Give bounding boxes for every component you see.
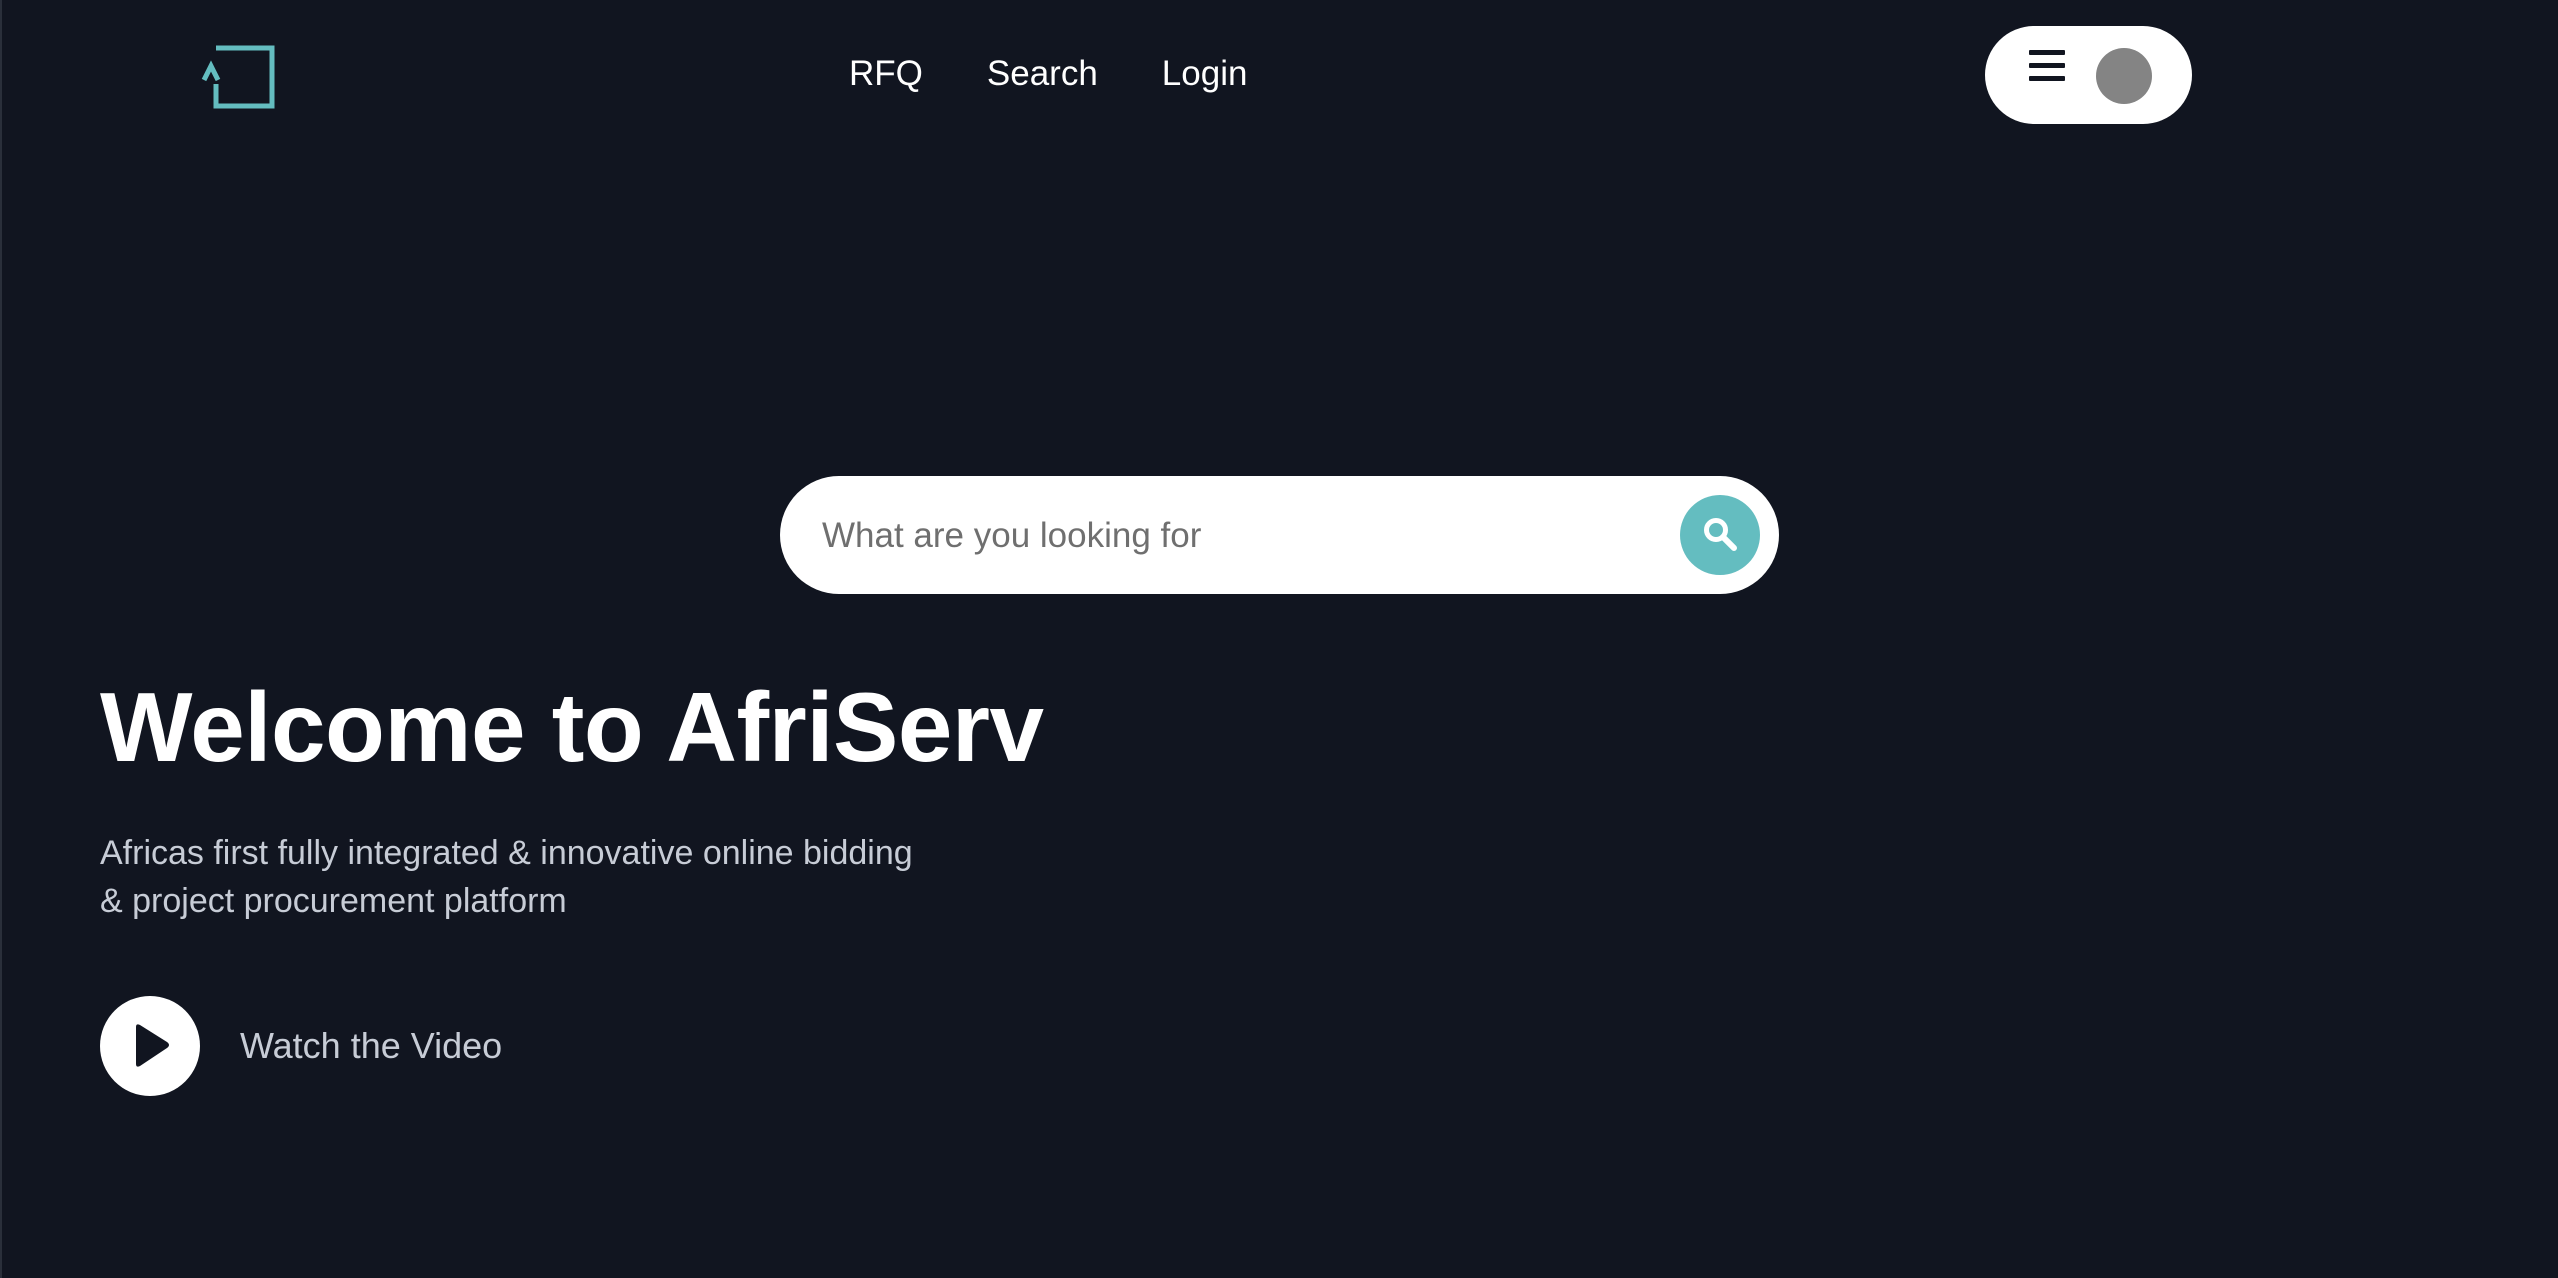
play-icon [136,1024,169,1067]
hamburger-icon [2029,50,2065,82]
logo-icon [201,45,275,109]
hero-subtitle-line-1: Africas first fully integrated & innovat… [100,834,913,872]
nav-link-rfq[interactable]: RFQ [849,48,923,100]
search-bar [780,476,1779,594]
search-button[interactable] [1680,495,1760,575]
nav-link-login[interactable]: Login [1162,48,1248,100]
user-menu-button[interactable] [1985,26,2192,124]
hero-subtitle-line-2: & project procurement platform [100,882,567,920]
avatar [2096,48,2152,104]
hero-subtitle: Africas first fully integrated & innovat… [100,829,1000,925]
afriserv-logo[interactable] [198,42,276,112]
hero-title: Welcome to AfriServ [100,672,1044,782]
nav-link-search[interactable]: Search [987,48,1098,100]
main-nav: RFQ Search Login [849,48,1247,100]
search-icon [1704,518,1737,551]
watch-video-link[interactable]: Watch the Video [100,996,502,1096]
search-input[interactable] [820,500,1664,572]
window-edge [0,0,2,1278]
play-button[interactable] [100,996,200,1096]
watch-video-label: Watch the Video [240,1025,503,1066]
